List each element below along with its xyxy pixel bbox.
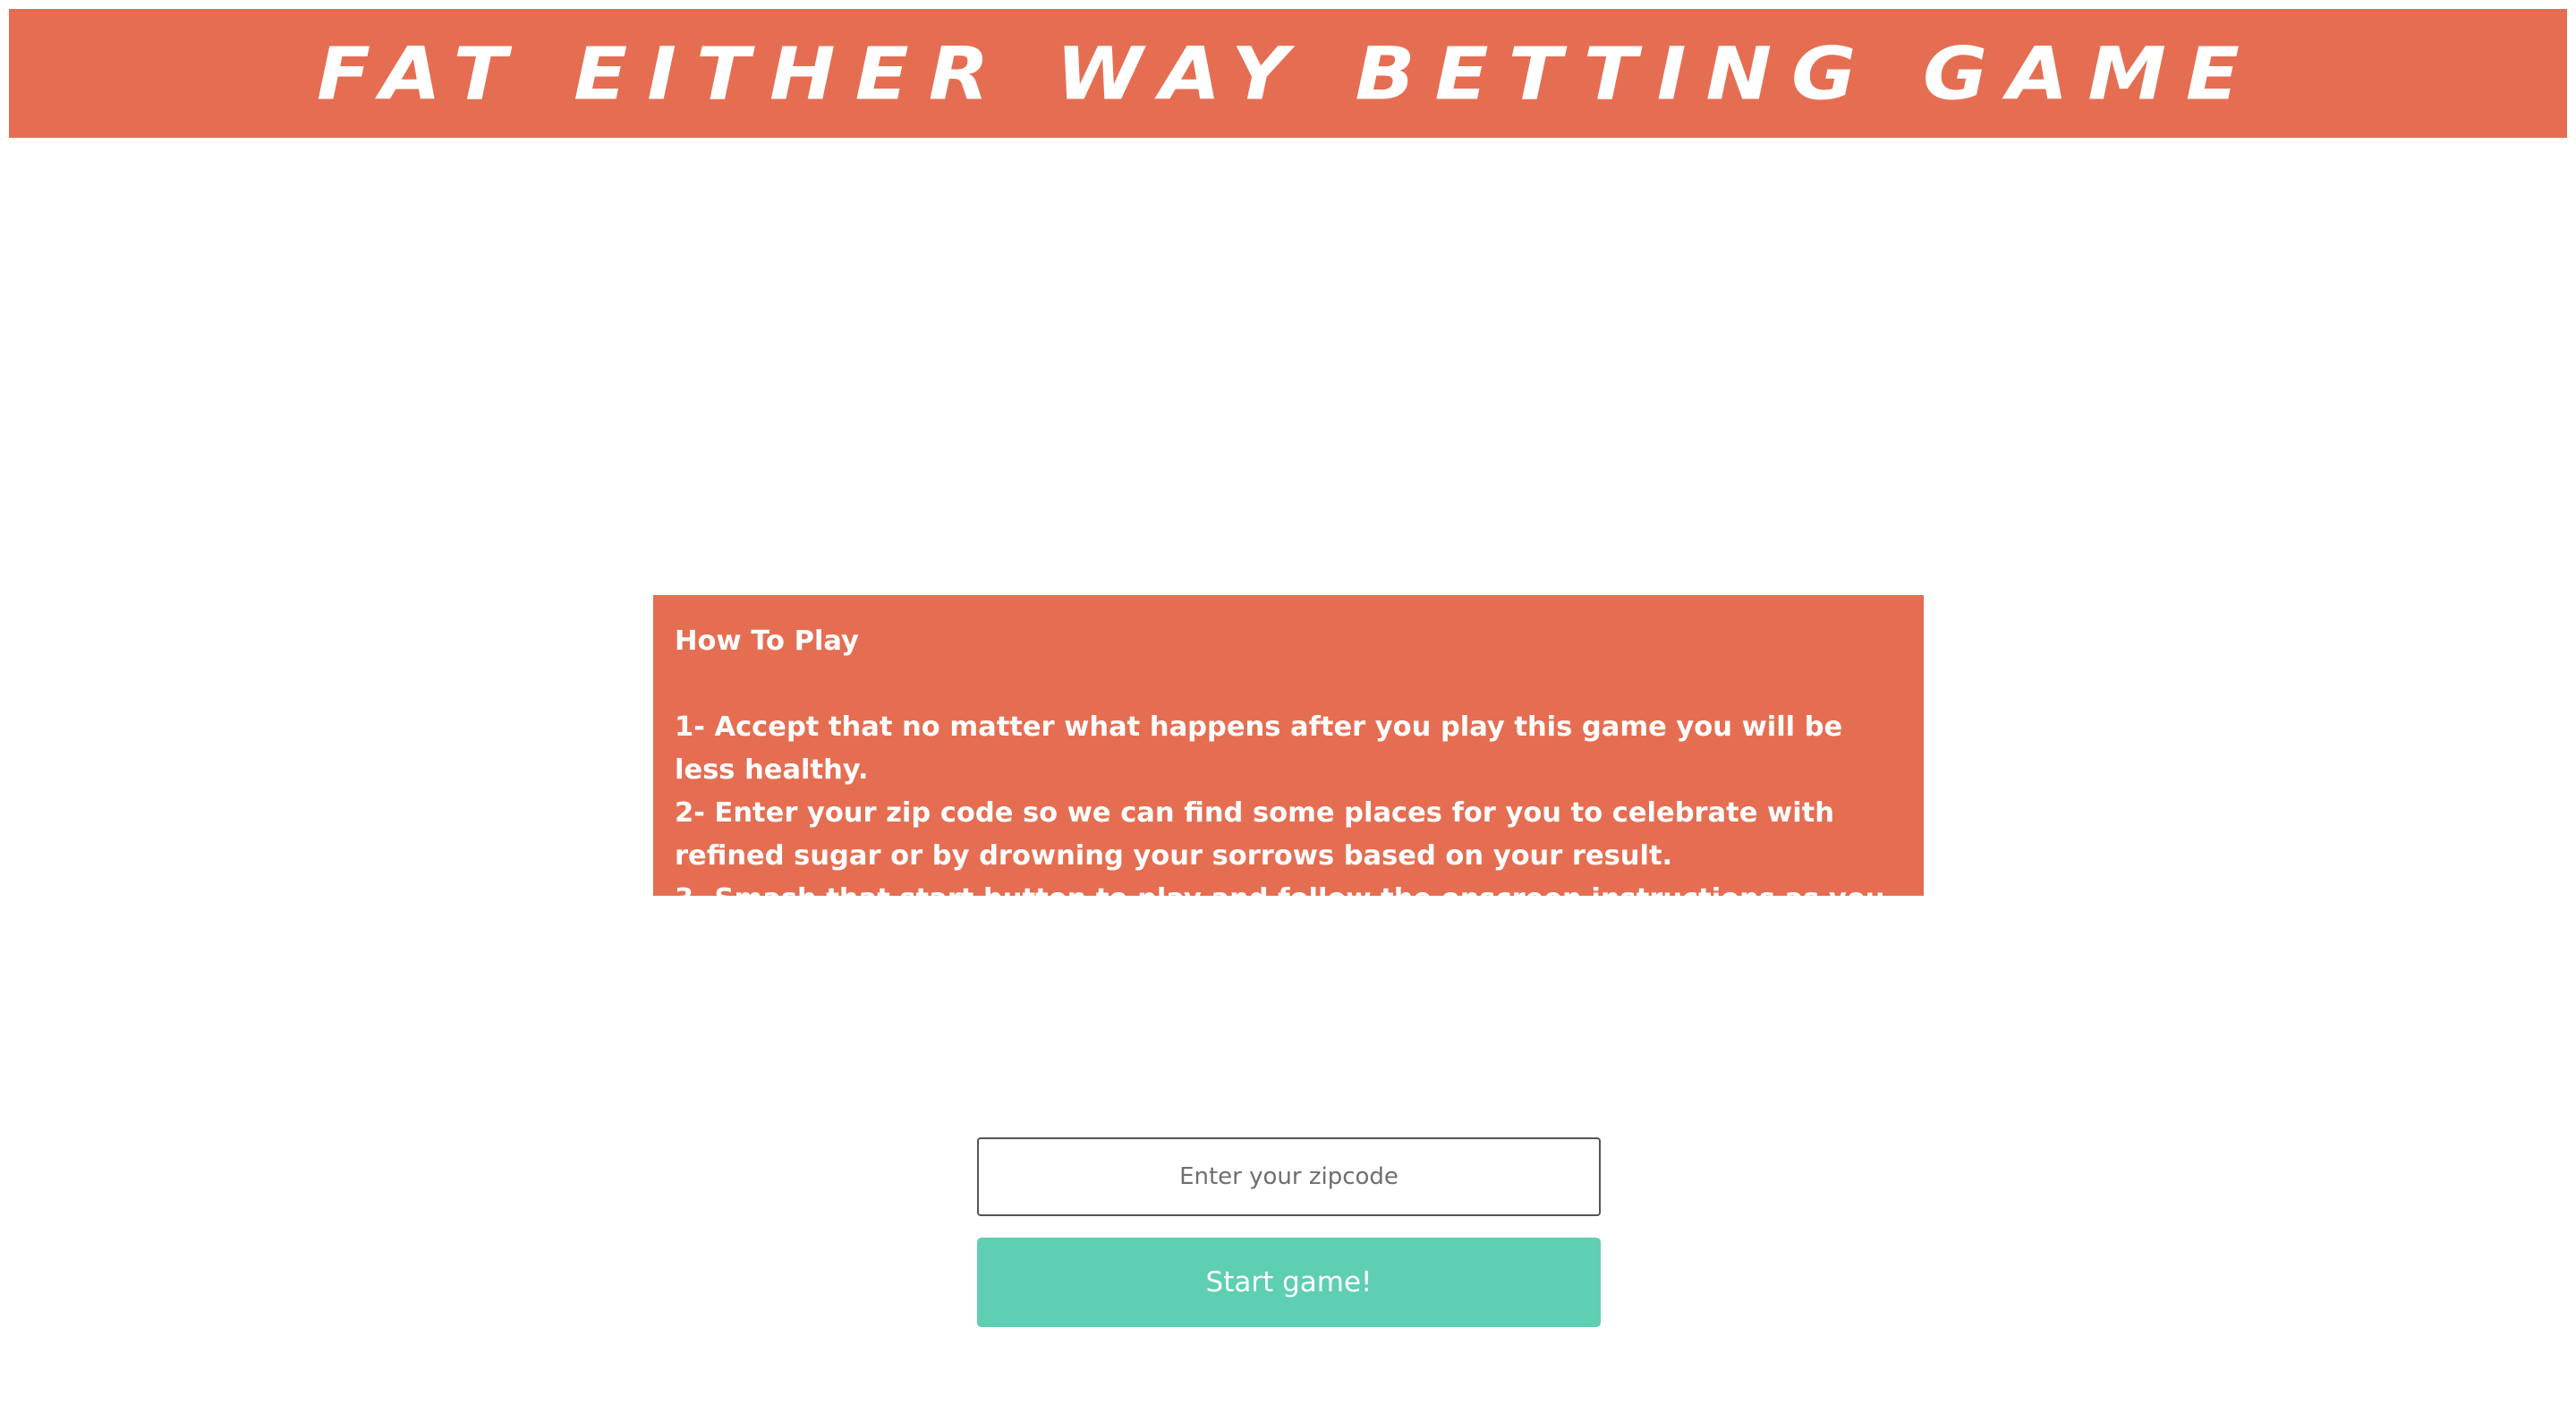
- page: FAT EITHER WAY BETTING GAME How To Play …: [0, 0, 2576, 1413]
- page-title: FAT EITHER WAY BETTING GAME: [317, 30, 2259, 116]
- zipcode-input[interactable]: [977, 1137, 1601, 1216]
- start-game-button[interactable]: Start game!: [977, 1238, 1601, 1327]
- header-banner: FAT EITHER WAY BETTING GAME: [9, 9, 2567, 138]
- how-to-play-step-1: 1- Accept that no matter what happens af…: [675, 711, 1843, 786]
- how-to-play-heading: How To Play: [675, 626, 859, 657]
- how-to-play-step-2: 2- Enter your zip code so we can find so…: [675, 797, 1834, 872]
- how-to-play-panel: How To Play 1- Accept that no matter wha…: [653, 595, 1924, 958]
- how-to-play-step-3: 3- Smash that start button to play and f…: [675, 883, 1885, 958]
